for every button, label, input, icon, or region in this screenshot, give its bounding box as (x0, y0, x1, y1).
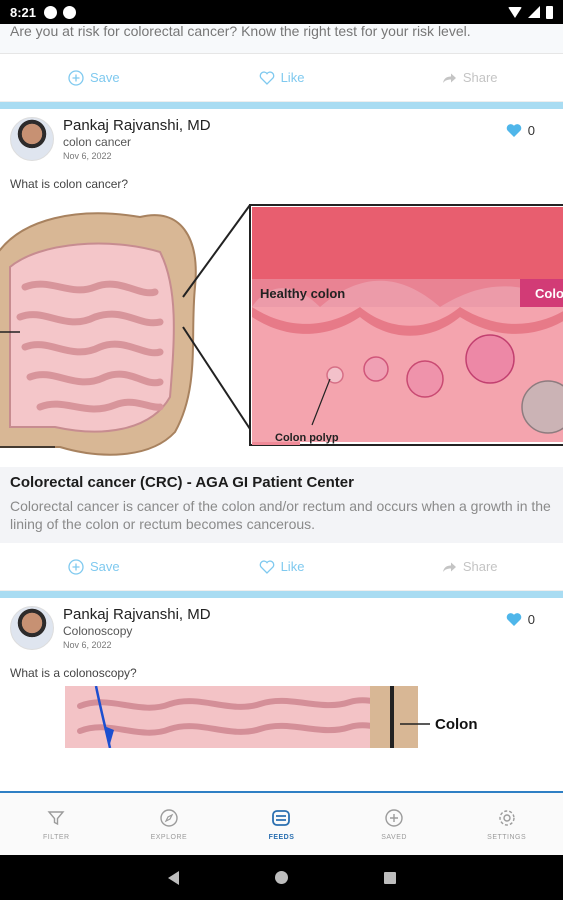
post-header: Pankaj Rajvanshi, MD colon cancer Nov 6,… (0, 109, 563, 171)
post-question: What is colon cancer? (10, 177, 129, 191)
share-icon (442, 562, 456, 572)
nav-explore-label: EXPLORE (150, 833, 188, 841)
like-button[interactable]: Like (188, 559, 376, 575)
previous-post-actions: Save Like Share (0, 54, 563, 102)
home-icon[interactable] (274, 871, 288, 884)
nav-saved[interactable]: SAVED (338, 793, 451, 855)
feed-post[interactable]: Pankaj Rajvanshi, MD colon cancer Nov 6,… (0, 109, 563, 591)
like-counter[interactable]: 0 (506, 123, 535, 138)
post-topic: colon cancer (63, 135, 132, 149)
author-block: Pankaj Rajvanshi, MD colon cancer Nov 6,… (63, 117, 211, 171)
avatar[interactable] (10, 117, 54, 161)
colonoscopy-illustration-svg: Colon (65, 686, 478, 748)
cellular-icon (528, 6, 540, 18)
heart-filled-icon (506, 124, 522, 137)
share-icon (442, 73, 456, 83)
filter-icon (47, 810, 65, 825)
author-block: Pankaj Rajvanshi, MD Colonoscopy Nov 6, … (63, 606, 211, 660)
nav-explore[interactable]: EXPLORE (113, 793, 226, 855)
gear-icon (498, 809, 515, 826)
post-date: Nov 6, 2022 (63, 151, 112, 161)
post-date: Nov 6, 2022 (63, 640, 112, 650)
status-bar: 8:21 (0, 0, 563, 24)
nav-settings[interactable]: SETTINGS (450, 793, 563, 855)
like-label: Like (280, 70, 305, 85)
feed-post[interactable]: Pankaj Rajvanshi, MD Colonoscopy Nov 6, … (0, 598, 563, 748)
share-label: Share (462, 70, 498, 85)
feeds-icon (272, 809, 291, 826)
share-button[interactable]: Share (375, 70, 563, 86)
feed-scroll-area[interactable]: Are you at risk for colorectal cancer? K… (0, 24, 563, 791)
post-divider (0, 102, 563, 109)
link-description: Colorectal cancer is cancer of the colon… (10, 498, 551, 532)
heart-outline-icon (259, 559, 274, 574)
post-divider (0, 591, 563, 598)
link-preview-card[interactable]: Colorectal cancer (CRC) - AGA GI Patient… (0, 467, 563, 543)
save-button[interactable]: Save (0, 69, 188, 86)
system-navigation-bar (0, 855, 563, 900)
post-actions: Save Like Share (0, 543, 563, 591)
nav-saved-label: SAVED (381, 833, 407, 841)
like-counter[interactable]: 0 (506, 612, 535, 627)
notification-icon (44, 5, 58, 19)
like-count: 0 (527, 123, 535, 138)
nav-feeds[interactable]: FEEDS (225, 793, 338, 855)
nav-filter[interactable]: FILTER (0, 793, 113, 855)
battery-icon (546, 5, 553, 19)
author-name[interactable]: Pankaj Rajvanshi, MD (63, 606, 211, 624)
colon-cut-label: Colo (535, 286, 563, 301)
healthy-colon-label: Healthy colon (260, 286, 345, 301)
share-label: Share (462, 559, 498, 574)
save-label: Save (90, 70, 120, 85)
post-header: Pankaj Rajvanshi, MD Colonoscopy Nov 6, … (0, 598, 563, 660)
like-label: Like (280, 559, 305, 574)
message-icon (63, 5, 77, 19)
colon-polyp-label: Colon polyp (275, 432, 339, 444)
nav-feeds-label: FEEDS (268, 833, 295, 841)
wifi-icon (508, 6, 522, 18)
avatar[interactable] (10, 606, 54, 650)
nav-settings-label: SETTINGS (487, 833, 527, 841)
heart-filled-icon (506, 613, 522, 626)
compass-icon (160, 808, 178, 827)
bottom-navigation: FILTER EXPLORE FEEDS SAVED SETTINGS (0, 791, 563, 855)
recent-apps-icon[interactable] (383, 871, 396, 884)
status-time: 8:21 (10, 4, 37, 20)
back-icon[interactable] (167, 870, 179, 885)
save-label: Save (90, 559, 120, 574)
nav-filter-label: FILTER (42, 833, 70, 841)
share-button[interactable]: Share (375, 559, 563, 575)
colon-cancer-illustration[interactable]: Healthy colon Colo Colon polyp (0, 197, 563, 467)
author-name[interactable]: Pankaj Rajvanshi, MD (63, 117, 211, 135)
colon-illustration-svg: Healthy colon Colo Colon polyp (0, 204, 563, 456)
like-count: 0 (527, 612, 535, 627)
colon-label: Colon (435, 716, 478, 733)
plus-circle-icon (68, 558, 84, 575)
link-title[interactable]: Colorectal cancer (CRC) - AGA GI Patient… (10, 473, 553, 493)
heart-outline-icon (259, 70, 274, 85)
plus-circle-icon (68, 69, 84, 86)
like-button[interactable]: Like (188, 70, 376, 86)
post-topic: Colonoscopy (63, 624, 133, 638)
previous-post-description: Are you at risk for colorectal cancer? K… (0, 24, 563, 54)
save-button[interactable]: Save (0, 558, 188, 575)
colonoscopy-illustration[interactable]: Colon (0, 686, 563, 748)
post-question: What is a colonoscopy? (10, 666, 137, 680)
saved-icon (385, 808, 403, 827)
